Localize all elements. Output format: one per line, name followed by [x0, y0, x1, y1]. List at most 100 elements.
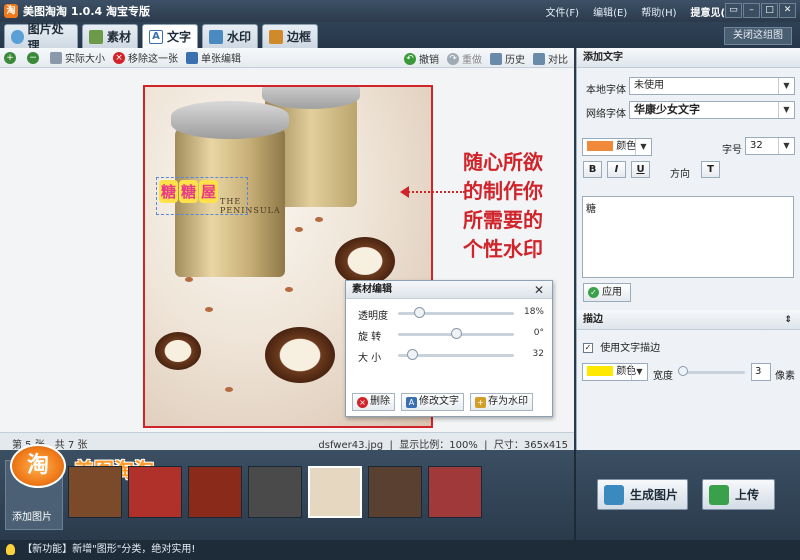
single-edit-icon [186, 51, 198, 64]
zoom-in-button[interactable]: + [4, 51, 19, 64]
divider [574, 450, 576, 540]
thumbnail-strip: 添加图片 淘 美图淘淘 生成图片 上传 [0, 444, 800, 540]
stroke-checkbox-row[interactable]: ✓ 使用文字描边 [583, 339, 660, 354]
web-font-label: 网络字体 [586, 109, 626, 120]
text-color-picker[interactable]: 颜色 ▼ [582, 138, 652, 156]
save-watermark-icon: + [475, 396, 486, 408]
skin-button[interactable]: ▭ [725, 3, 742, 18]
text-edit-icon: A [406, 396, 417, 408]
menu-file[interactable]: 文件(F) [546, 4, 580, 19]
palette-icon [11, 29, 24, 44]
chevron-down-icon: ▼ [778, 138, 794, 154]
status-bar: 第 5 张，共 7 张 dsfwer43.jpg | 显示比例：100% | 尺… [0, 432, 574, 451]
tab-image-processing[interactable]: 图片处理 [4, 22, 78, 53]
thumbnail[interactable] [368, 466, 422, 518]
minimize-button[interactable]: – [743, 3, 760, 18]
maximize-button[interactable]: □ [761, 3, 778, 18]
chevron-down-icon: ▼ [635, 139, 651, 155]
thumbnail-selected[interactable] [308, 466, 362, 518]
local-font-select[interactable]: 未使用 ▼ [629, 77, 795, 95]
underline-button[interactable]: U [631, 161, 650, 178]
menu-help[interactable]: 帮助(H) [641, 4, 676, 19]
chevron-down-icon: ▼ [778, 102, 794, 118]
tab-material[interactable]: 素材 [82, 24, 138, 48]
tab-border[interactable]: 边框 [262, 24, 318, 48]
upload-button[interactable]: 上传 [702, 479, 775, 510]
tab-watermark[interactable]: 水印 [202, 24, 258, 48]
undo-button[interactable]: ↶ 撤销 [404, 51, 439, 66]
opacity-knob[interactable] [413, 307, 425, 318]
italic-button[interactable]: I [607, 161, 626, 178]
stroke-checkbox[interactable]: ✓ [583, 343, 593, 353]
stroke-width-input[interactable]: 3 [751, 363, 771, 381]
delete-button[interactable]: × 删除 [352, 393, 395, 411]
app-title: 美图淘淘 1.0.4 淘宝专版 [23, 5, 150, 18]
watermark-text: 糖 糖 屋 [159, 180, 219, 203]
watermark-selection[interactable]: 糖 糖 屋 [156, 177, 248, 215]
canvas-toolbar: + − 实际大小 × 移除这一张 单张编辑 ↶ 撤销 ↷ 重做 历史 对比 [0, 48, 574, 68]
dialog-close-icon[interactable]: ✕ [534, 281, 544, 299]
direction-button[interactable]: T [701, 161, 720, 178]
text-icon: A [149, 29, 163, 44]
image-info: dsfwer43.jpg | 显示比例：100% | 尺寸：365x415 [318, 440, 568, 451]
thumbnail[interactable] [128, 466, 182, 518]
chocolate-1 [335, 237, 395, 285]
upload-icon [709, 484, 729, 505]
actual-size-icon [50, 51, 62, 64]
color-swatch [587, 366, 613, 376]
bold-button[interactable]: B [583, 161, 602, 178]
menu-edit[interactable]: 编辑(E) [593, 4, 627, 19]
material-icon [89, 29, 103, 44]
delete-icon: × [357, 396, 368, 408]
zoom-out-icon: − [27, 51, 39, 64]
opacity-slider-row: 透明度 18% [358, 307, 544, 322]
web-font-select[interactable]: 华康少女文字 ▼ [629, 101, 795, 119]
news-bar[interactable]: 【新功能】新增"图形"分类，绝对实用! [0, 540, 800, 560]
history-button[interactable]: 历史 [490, 51, 525, 66]
stroke-width-slider[interactable] [679, 371, 745, 374]
tab-bar: 图片处理 素材 A 文字 水印 边框 关闭这组图 [0, 22, 800, 53]
text-content-input[interactable]: 糖 [582, 196, 794, 278]
single-edit-button[interactable]: 单张编辑 [186, 50, 241, 65]
edit-text-button[interactable]: A 修改文字 [401, 393, 464, 411]
rotate-knob[interactable] [451, 328, 462, 339]
brand-logo-icon: 淘 [10, 444, 66, 488]
title-bar: 淘 美图淘淘 1.0.4 淘宝专版 文件(F) 编辑(E) 帮助(H) 提意见(… [0, 0, 800, 22]
zoom-out-button[interactable]: − [27, 51, 42, 64]
actual-size-button[interactable]: 实际大小 [50, 50, 105, 65]
chocolate-2 [265, 327, 335, 383]
close-picture-group-button[interactable]: 关闭这组图 [724, 27, 792, 45]
rotate-slider-row: 旋 转 0° [358, 328, 544, 343]
local-font-label: 本地字体 [586, 85, 626, 96]
chevron-down-icon: ▼ [631, 364, 647, 380]
watermark-icon [209, 29, 223, 44]
size-knob[interactable] [406, 349, 418, 360]
stroke-width-knob[interactable] [678, 366, 688, 376]
redo-button[interactable]: ↷ 重做 [447, 51, 482, 66]
thumbnail[interactable] [428, 466, 482, 518]
close-button[interactable]: ✕ [779, 3, 796, 18]
size-slider-row: 大 小 32 [358, 349, 544, 364]
thumbnail[interactable] [188, 466, 242, 518]
compare-icon [533, 52, 545, 65]
tab-label: 素材 [107, 30, 132, 44]
compare-button[interactable]: 对比 [533, 51, 568, 66]
thumbnail[interactable] [248, 466, 302, 518]
generate-image-button[interactable]: 生成图片 [597, 479, 688, 510]
tab-label: 文字 [167, 30, 192, 44]
remove-image-button[interactable]: × 移除这一张 [113, 50, 178, 65]
stroke-header[interactable]: 描边 ⇕ [577, 310, 800, 330]
apply-button[interactable]: ✓ 应用 [583, 283, 631, 302]
add-text-header: 添加文字 [577, 48, 800, 68]
material-editor-dialog: 素材编辑 ✕ 透明度 18% 旋 转 0° 大 小 32 × 删除 A 修改文字… [345, 280, 553, 417]
save-watermark-button[interactable]: + 存为水印 [470, 393, 533, 411]
stroke-color-picker[interactable]: 颜色 ▼ [582, 363, 648, 381]
thumbnail[interactable] [68, 466, 122, 518]
font-size-select[interactable]: 32 ▼ [745, 137, 795, 155]
app-logo-icon: 淘 [4, 4, 18, 18]
frame-icon [269, 29, 283, 44]
tab-text[interactable]: A 文字 [142, 24, 198, 48]
expand-icon: ⇕ [784, 315, 792, 325]
window-controls: ▭ – □ ✕ [724, 3, 796, 18]
pixels-label: 像素 [775, 371, 795, 382]
